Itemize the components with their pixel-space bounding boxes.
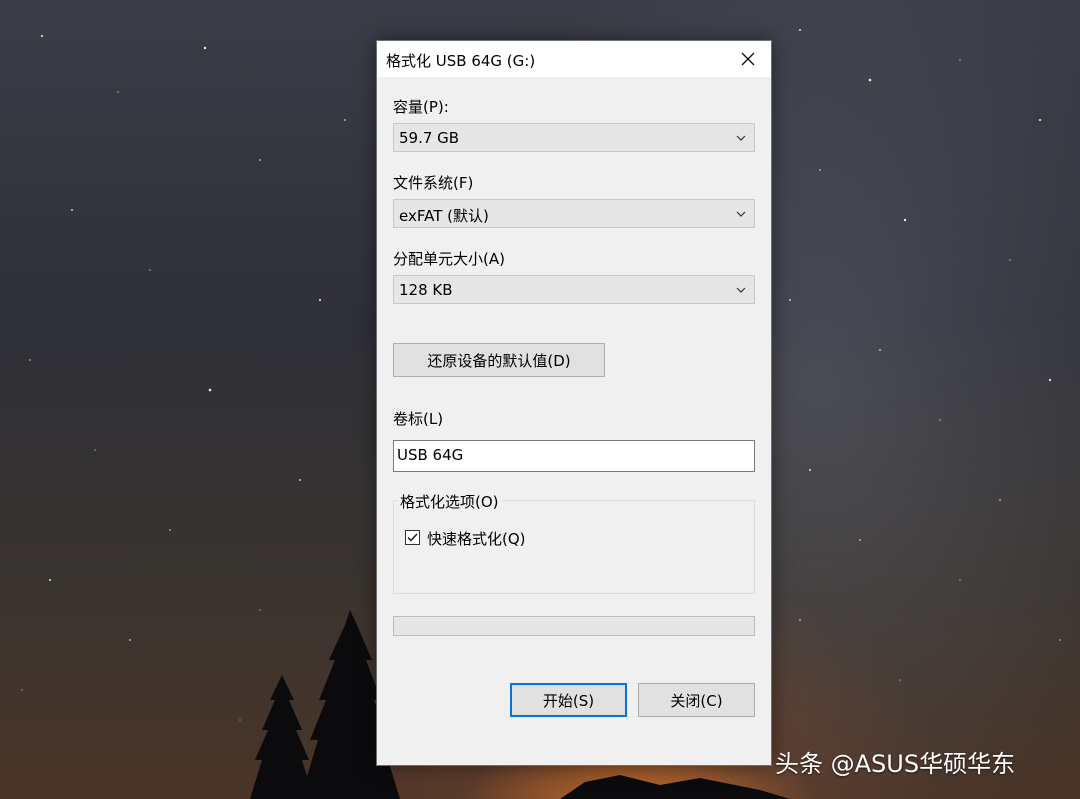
volume-label-label: 卷标(L) bbox=[393, 410, 444, 428]
chevron-down-icon bbox=[736, 211, 746, 217]
chevron-down-icon bbox=[736, 135, 746, 141]
format-options-legend: 格式化选项(O) bbox=[397, 491, 502, 512]
restore-defaults-button[interactable]: 还原设备的默认值(D) bbox=[393, 343, 605, 377]
watermark-text: 头条 @ASUS华硕华东 bbox=[775, 750, 1016, 778]
format-progress-bar bbox=[393, 616, 755, 636]
close-window-button[interactable] bbox=[725, 41, 771, 77]
chevron-down-icon bbox=[736, 287, 746, 293]
format-dialog: 格式化 USB 64G (G:) 容量(P): 59.7 GB 文件系统(F) … bbox=[376, 40, 772, 766]
allocation-unit-value: 128 KB bbox=[399, 281, 453, 299]
dialog-title: 格式化 USB 64G (G:) bbox=[386, 52, 536, 70]
volume-label-value: USB 64G bbox=[397, 446, 464, 464]
file-system-select[interactable]: exFAT (默认) bbox=[393, 199, 755, 228]
capacity-label: 容量(P): bbox=[393, 98, 449, 116]
quick-format-label[interactable]: 快速格式化(Q) bbox=[427, 528, 526, 549]
close-icon bbox=[741, 52, 755, 66]
checkmark-icon bbox=[407, 533, 418, 542]
capacity-select[interactable]: 59.7 GB bbox=[393, 123, 755, 152]
allocation-unit-label: 分配单元大小(A) bbox=[393, 250, 505, 268]
allocation-unit-select[interactable]: 128 KB bbox=[393, 275, 755, 304]
capacity-value: 59.7 GB bbox=[399, 129, 460, 147]
quick-format-checkbox[interactable] bbox=[405, 530, 420, 545]
close-button[interactable]: 关闭(C) bbox=[638, 683, 755, 717]
title-bar: 格式化 USB 64G (G:) bbox=[377, 41, 771, 77]
file-system-label: 文件系统(F) bbox=[393, 174, 474, 192]
volume-label-input[interactable]: USB 64G bbox=[393, 440, 755, 472]
start-button[interactable]: 开始(S) bbox=[510, 683, 627, 717]
file-system-value: exFAT (默认) bbox=[399, 207, 489, 225]
